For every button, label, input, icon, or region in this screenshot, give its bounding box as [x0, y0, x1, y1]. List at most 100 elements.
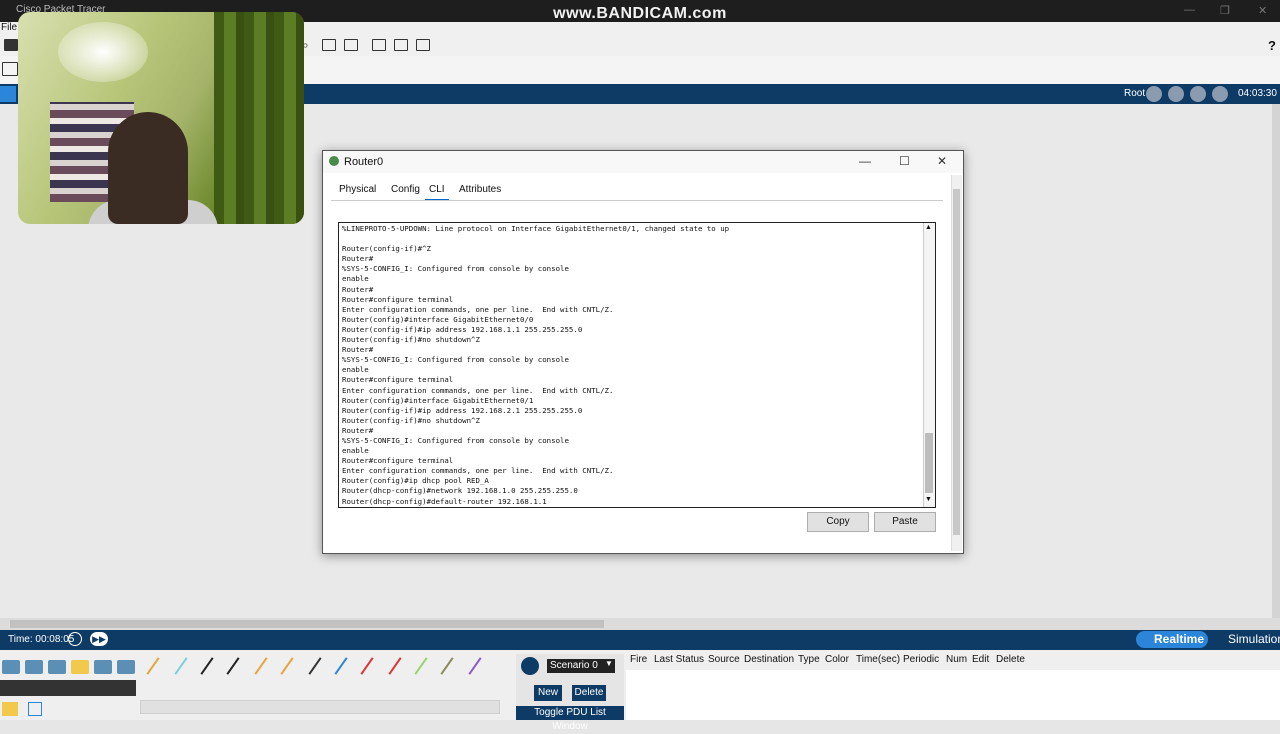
time-bar: Time: 00:08:05 ▶▶ Realtime Simulation	[0, 630, 1280, 650]
clock: 04:03:30	[1238, 88, 1277, 99]
window-scrollbar[interactable]	[951, 175, 962, 551]
maximize-icon[interactable]: ❐	[1220, 4, 1230, 17]
phone-icon[interactable]	[334, 657, 348, 675]
workspace-icon[interactable]	[2, 62, 18, 76]
cli-line: Router(config)#interface GigabitEthernet…	[342, 314, 534, 324]
serial-dte-icon[interactable]	[280, 657, 294, 675]
cli-line: Router#	[342, 284, 374, 294]
scroll-up-icon[interactable]: ▲	[925, 224, 932, 231]
terminal-scroll-thumb[interactable]	[925, 433, 933, 493]
wireless-category-icon[interactable]	[117, 660, 135, 674]
tab-physical[interactable]: Physical	[335, 181, 380, 199]
window-scroll-thumb[interactable]	[953, 189, 960, 535]
copy-button[interactable]: Copy	[807, 512, 869, 532]
scroll-down-icon[interactable]: ▼	[925, 496, 932, 503]
back-icon[interactable]	[1146, 86, 1162, 102]
cli-line: Enter configuration commands, one per li…	[342, 385, 614, 395]
straight-through-icon[interactable]	[200, 657, 214, 675]
scenario-panel: Scenario 0 ▼ New Delete Toggle PDU List …	[516, 654, 624, 732]
col-color: Color	[825, 654, 849, 665]
col-periodic: Periodic	[903, 654, 940, 665]
terminal-scrollbar[interactable]: ▲ ▼	[923, 223, 935, 507]
help-icon[interactable]: ?	[1268, 38, 1276, 53]
cloud-icon[interactable]	[1168, 86, 1184, 102]
rectangle-icon[interactable]	[322, 39, 336, 51]
col-destination: Destination	[744, 654, 795, 665]
pdu-list[interactable]	[626, 670, 1280, 720]
window-minimize-icon[interactable]: —	[859, 154, 871, 168]
chevron-down-icon[interactable]: ▼	[605, 659, 613, 668]
connection-scrollbar[interactable]	[140, 700, 500, 714]
serial-dce-icon[interactable]	[254, 657, 268, 675]
realtime-mode-button[interactable]: Realtime	[1136, 631, 1208, 648]
cli-line: Router#	[342, 254, 374, 264]
coaxial-icon[interactable]	[360, 657, 374, 675]
device-subtype-strip	[0, 680, 136, 696]
cli-line: Enter configuration commands, one per li…	[342, 466, 614, 476]
cli-line: Router#configure terminal	[342, 375, 454, 385]
tab-divider	[331, 200, 943, 201]
bottom-left-icons	[0, 698, 140, 718]
bottom-panel: Scenario 0 ▼ New Delete Toggle PDU List …	[0, 650, 1280, 732]
fast-forward-icon[interactable]: ▶▶	[90, 632, 108, 646]
console-cable-icon[interactable]	[174, 657, 188, 675]
col-source: Source	[708, 654, 740, 665]
simulation-mode-button[interactable]: Simulation	[1210, 631, 1280, 648]
window-maximize-icon[interactable]: ☐	[899, 154, 910, 168]
tab-config[interactable]: Config	[387, 181, 424, 199]
image-icon[interactable]	[416, 39, 430, 51]
move-icon[interactable]	[1190, 86, 1206, 102]
switch-category-icon[interactable]	[25, 660, 43, 674]
cli-line: Router(config)#interface GigabitEthernet…	[342, 395, 534, 405]
col-type: Type	[798, 654, 820, 665]
menu-file[interactable]: File	[1, 22, 17, 33]
router-icon	[329, 156, 339, 166]
connections-category-icon[interactable]	[71, 660, 89, 674]
delete-scenario-button[interactable]: Delete	[572, 685, 606, 701]
cli-line: Enter configuration commands, one per li…	[342, 304, 614, 314]
iot-custom-icon[interactable]	[440, 657, 454, 675]
cli-terminal[interactable]: %LINEPROTO-5-UPDOWN: Line protocol on In…	[338, 222, 936, 508]
usb-icon[interactable]	[414, 657, 428, 675]
paste-button[interactable]: Paste	[874, 512, 936, 532]
curtain	[214, 12, 304, 224]
window-close-icon[interactable]: ✕	[937, 154, 947, 168]
fiber-icon[interactable]	[388, 657, 402, 675]
new-scenario-button[interactable]: New	[534, 685, 562, 701]
grid-icon[interactable]	[28, 702, 42, 716]
router-window-titlebar[interactable]: Router0 — ☐ ✕	[323, 151, 963, 173]
new-file-icon[interactable]	[4, 39, 18, 51]
power-cycle-icon[interactable]	[68, 632, 82, 646]
col-delete: Delete	[996, 654, 1025, 665]
lightning-icon[interactable]	[2, 702, 18, 716]
wireless-link-icon[interactable]	[468, 657, 482, 675]
logical-view-icon[interactable]	[0, 86, 16, 102]
cli-line: %LINEPROTO-5-UPDOWN: Line protocol on In…	[342, 224, 730, 233]
notes-icon[interactable]	[372, 39, 386, 51]
tab-cli[interactable]: CLI	[425, 181, 449, 201]
crossover-icon[interactable]	[226, 657, 240, 675]
router-category-icon[interactable]	[2, 660, 20, 674]
auto-connect-icon[interactable]	[146, 657, 160, 675]
close-icon[interactable]: ✕	[1258, 4, 1267, 17]
cli-line: Router(config-if)#ip address 192.168.2.1…	[342, 405, 583, 415]
root-label: Root	[1124, 88, 1146, 99]
device-list-icon[interactable]	[394, 39, 408, 51]
palette-icon[interactable]	[344, 39, 358, 51]
octal-icon[interactable]	[308, 657, 322, 675]
col-time: Time(sec)	[856, 654, 901, 665]
col-num: Num	[946, 654, 968, 665]
router-window: Router0 — ☐ ✕ Physical Config CLI Attrib…	[322, 150, 964, 554]
vertical-scrollbar[interactable]	[1272, 104, 1280, 624]
cli-line	[342, 234, 729, 244]
col-edit: Edit	[972, 654, 990, 665]
scroll-thumb[interactable]	[10, 620, 604, 628]
hub-category-icon[interactable]	[48, 660, 66, 674]
viewport-icon[interactable]	[1212, 86, 1228, 102]
cli-line: Router(config)#ip dhcp pool RED_A	[342, 476, 489, 486]
end-device-category-icon[interactable]	[94, 660, 112, 674]
minimize-icon[interactable]: —	[1184, 4, 1195, 16]
horizontal-scrollbar[interactable]	[0, 618, 1280, 630]
toggle-pdu-list-button[interactable]: Toggle PDU List Window	[516, 706, 624, 732]
tab-attributes[interactable]: Attributes	[455, 181, 505, 199]
